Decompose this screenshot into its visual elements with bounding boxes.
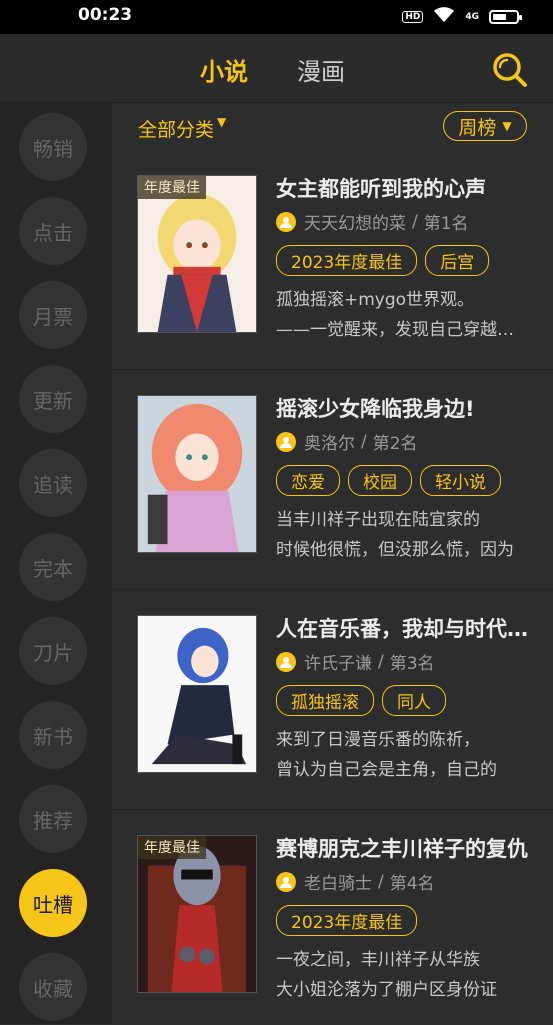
- separator: /: [361, 431, 367, 452]
- book-description-line: 孤独摇滚+mygo世界观。: [276, 290, 475, 310]
- book-cover[interactable]: [137, 395, 257, 553]
- book-rank: 第2名: [372, 434, 418, 454]
- category-sidebar: 畅销 点击 月票 更新 追读 完本 刀片 新书 推荐 吐槽 收藏: [0, 103, 112, 1024]
- top-header: 小说 漫画: [0, 34, 553, 103]
- book-cover[interactable]: [137, 615, 257, 773]
- wifi-icon: [433, 7, 455, 27]
- book-description-line: 当丰川祥子出现在陆宜家的: [276, 510, 480, 530]
- book-tag[interactable]: 轻小说: [420, 465, 501, 496]
- annual-best-badge: 年度最佳: [138, 176, 206, 199]
- sidebar-item-completed[interactable]: 完本: [19, 533, 87, 601]
- sidebar-item-complaints[interactable]: 吐槽: [19, 869, 87, 937]
- book-cover[interactable]: 年度最佳: [137, 175, 257, 333]
- book-tags: 恋爱 校园 轻小说: [276, 465, 501, 496]
- sidebar-item-blades[interactable]: 刀片: [19, 617, 87, 685]
- book-author: 许氏子谦: [304, 654, 372, 674]
- author-avatar-icon: [276, 431, 296, 452]
- book-title[interactable]: 赛博朋克之丰川祥子的复仇: [276, 833, 538, 863]
- book-item[interactable]: 年度最佳 赛博朋克之丰川祥子的复仇 老白骑士 / 第4名 2023年度最佳 一夜…: [112, 809, 553, 1025]
- sidebar-item-bestselling[interactable]: 畅销: [19, 113, 87, 181]
- author-avatar-icon: [276, 211, 296, 232]
- book-description-line: 一夜之间，丰川祥子从华族: [276, 950, 480, 970]
- book-tags: 2023年度最佳 后宫: [276, 245, 490, 276]
- battery-icon: [489, 10, 522, 24]
- separator: /: [378, 871, 384, 892]
- search-button[interactable]: [490, 50, 528, 88]
- sidebar-item-monthly-votes[interactable]: 月票: [19, 281, 87, 349]
- book-item[interactable]: 年度最佳 女主都能听到我的心声 天天幻想的菜 / 第1名 2023年度最佳 后宫…: [112, 103, 553, 340]
- sidebar-item-favorites[interactable]: 收藏: [19, 953, 87, 1021]
- book-rank: 第1名: [423, 214, 469, 234]
- book-description-line: ——一觉醒来，发现自己穿越到了: [276, 320, 526, 340]
- annual-best-badge: 年度最佳: [138, 836, 206, 859]
- book-tag[interactable]: 孤独摇滚: [276, 685, 374, 716]
- book-description: 孤独摇滚+mygo世界观。 ——一觉醒来，发现自己穿越到了: [276, 285, 526, 345]
- book-author-line: 天天幻想的菜 / 第1名: [276, 209, 469, 234]
- sidebar-item-following[interactable]: 追读: [19, 449, 87, 517]
- tab-comic[interactable]: 漫画: [297, 52, 345, 87]
- tab-novel[interactable]: 小说: [200, 52, 248, 87]
- book-rank: 第3名: [389, 654, 435, 674]
- author-avatar-icon: [276, 871, 296, 892]
- book-description-line: 曾认为自己会是主角，自己的: [276, 760, 497, 780]
- separator: /: [378, 651, 384, 672]
- book-description: 一夜之间，丰川祥子从华族 大小姐沦落为了棚户区身份证: [276, 945, 526, 1005]
- status-time: 00:23: [78, 5, 133, 25]
- book-tag[interactable]: 同人: [382, 685, 446, 716]
- book-author: 奥洛尔: [304, 434, 355, 454]
- status-bar: 00:23 HD 4G: [0, 0, 553, 34]
- book-tags: 2023年度最佳: [276, 905, 418, 936]
- book-title[interactable]: 摇滚少女降临我身边!: [276, 393, 538, 423]
- sidebar-item-recommended[interactable]: 推荐: [19, 785, 87, 853]
- book-author: 老白骑士: [304, 874, 372, 894]
- signal-icon: 4G: [465, 12, 479, 22]
- sidebar-item-clicks[interactable]: 点击: [19, 197, 87, 265]
- search-icon: [493, 53, 527, 87]
- book-description-line: 来到了日漫音乐番的陈祈，: [276, 730, 480, 750]
- sidebar-item-updated[interactable]: 更新: [19, 365, 87, 433]
- book-tags: 孤独摇滚 同人: [276, 685, 446, 716]
- book-description: 当丰川祥子出现在陆宜家的 时候他很慌，但没那么慌，因为: [276, 505, 526, 565]
- book-tag[interactable]: 2023年度最佳: [276, 245, 418, 276]
- book-description-line: 时候他很慌，但没那么慌，因为: [276, 540, 514, 560]
- book-author: 天天幻想的菜: [304, 214, 406, 234]
- sidebar-item-new-books[interactable]: 新书: [19, 701, 87, 769]
- book-tag[interactable]: 2023年度最佳: [276, 905, 418, 936]
- book-tag[interactable]: 后宫: [425, 245, 490, 276]
- book-author-line: 老白骑士 / 第4名: [276, 869, 435, 894]
- book-list-panel: 全部分类▼ 周榜▼ 年度最佳 女主都能听到我的心声 天天幻想的菜 / 第1名: [112, 103, 553, 1024]
- book-item[interactable]: 摇滚少女降临我身边! 奥洛尔 / 第2名 恋爱 校园 轻小说 当丰川祥子出现在陆…: [112, 369, 553, 590]
- book-author-line: 许氏子谦 / 第3名: [276, 649, 435, 674]
- book-rank: 第4名: [389, 874, 435, 894]
- book-tag[interactable]: 恋爱: [276, 465, 340, 496]
- book-title[interactable]: 女主都能听到我的心声: [276, 173, 538, 203]
- hd-icon: HD: [402, 11, 424, 23]
- book-description-line: 大小姐沦落为了棚户区身份证: [276, 980, 497, 1000]
- book-author-line: 奥洛尔 / 第2名: [276, 429, 418, 454]
- book-description: 来到了日漫音乐番的陈祈， 曾认为自己会是主角，自己的: [276, 725, 526, 785]
- book-cover[interactable]: 年度最佳: [137, 835, 257, 993]
- book-item[interactable]: 人在音乐番，我却与时代脱节 许氏子谦 / 第3名 孤独摇滚 同人 来到了日漫音乐…: [112, 589, 553, 810]
- separator: /: [412, 211, 418, 232]
- author-avatar-icon: [276, 651, 296, 672]
- book-title[interactable]: 人在音乐番，我却与时代脱节: [276, 613, 538, 643]
- book-tag[interactable]: 校园: [348, 465, 412, 496]
